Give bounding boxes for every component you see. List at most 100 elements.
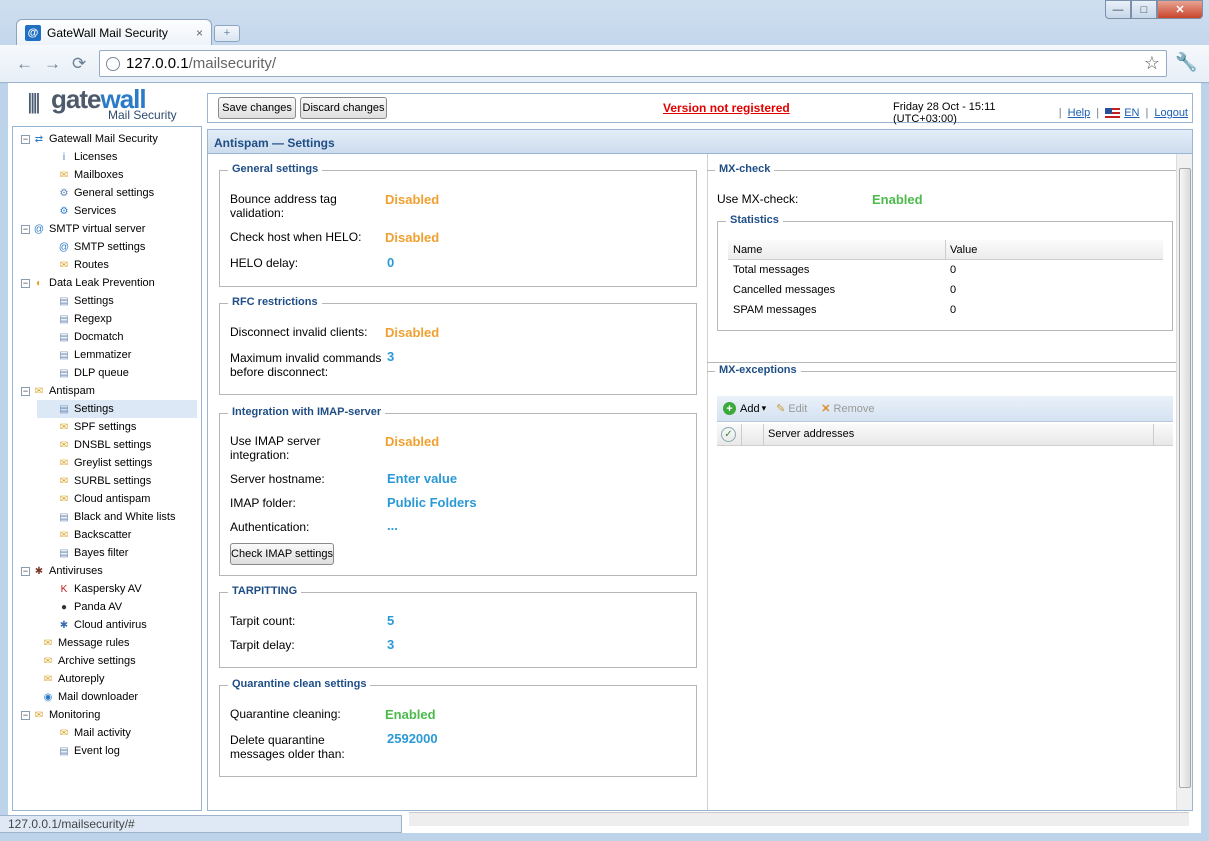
sidebar-item-regexp[interactable]: ▤ Regexp (37, 310, 112, 328)
logout-link[interactable]: Logout (1154, 107, 1188, 119)
sidebar-item-licenses[interactable]: i Licenses (37, 148, 118, 166)
sidebar-item-mail-downloader[interactable]: ◉ Mail downloader (21, 688, 138, 706)
browser-tab[interactable]: @ GateWall Mail Security × (16, 19, 212, 46)
sidebar-item-antispam[interactable]: − ✉ Antispam (21, 382, 95, 400)
collapse-icon[interactable]: − (21, 278, 30, 288)
hostname-value[interactable]: Enter value (387, 471, 457, 486)
sidebar-item-panda-av[interactable]: ● Panda AV (37, 598, 122, 616)
edit-button[interactable]: Edit (788, 403, 807, 415)
helo-delay-value[interactable]: 0 (387, 255, 394, 270)
gatewall-logo: |||| gatewall Mail Security (27, 84, 207, 124)
discard-changes-button[interactable]: Discard changes (300, 97, 387, 119)
use-mx-check-value[interactable]: Enabled (872, 192, 923, 207)
sidebar-item-settings[interactable]: ▤ Settings (37, 292, 113, 310)
wrench-icon[interactable]: 🔧 (1175, 52, 1197, 73)
collapse-icon[interactable]: − (21, 386, 30, 396)
tarpit-count-value[interactable]: 5 (387, 613, 394, 628)
horizontal-scrollbar[interactable] (409, 812, 1189, 826)
language-link[interactable]: EN (1124, 107, 1139, 119)
table-row[interactable]: Cancelled messages 0 (728, 280, 1163, 300)
sidebar-item-lemmatizer[interactable]: ▤ Lemmatizer (37, 346, 131, 364)
sidebar-item-gatewall-mail-security[interactable]: − ⇄ Gatewall Mail Security (21, 130, 158, 148)
sidebar-item-autoreply[interactable]: ✉ Autoreply (21, 670, 105, 688)
collapse-icon[interactable]: − (21, 710, 30, 720)
close-window-button[interactable]: ✕ (1157, 0, 1203, 19)
column-name[interactable]: Name (733, 244, 762, 256)
helo-check-value[interactable]: Disabled (385, 230, 439, 245)
bookmark-star-icon[interactable]: ☆ (1144, 53, 1160, 74)
address-bar[interactable]: 127.0.0.1/mailsecurity/ ☆ (99, 50, 1167, 77)
tree-node-icon: ▤ (59, 745, 69, 757)
minimize-button[interactable]: — (1105, 0, 1131, 19)
sidebar-item-bayes-filter[interactable]: ▤ Bayes filter (37, 544, 128, 562)
add-button[interactable]: Add (740, 403, 760, 415)
tarpitting-group: TARPITTING Tarpit count: 5 Tarpit delay:… (219, 585, 697, 668)
sidebar-item-surbl-settings[interactable]: ✉ SURBL settings (37, 472, 151, 490)
imap-legend: Integration with IMAP-server (228, 406, 386, 418)
edit-icon: ✎ (776, 403, 786, 415)
table-row[interactable]: Total messages 0 (728, 260, 1163, 280)
sidebar-item-monitoring[interactable]: − ✉ Monitoring (21, 706, 100, 724)
select-all-check-icon[interactable]: ✓ (721, 427, 736, 442)
sidebar-item-docmatch[interactable]: ▤ Docmatch (37, 328, 123, 346)
sidebar-item-dlp-queue[interactable]: ▤ DLP queue (37, 364, 129, 382)
tarpit-delay-value[interactable]: 3 (387, 637, 394, 652)
back-icon[interactable]: ← (16, 54, 33, 74)
maximize-button[interactable]: □ (1131, 0, 1157, 19)
table-row[interactable]: SPAM messages 0 (728, 300, 1163, 320)
use-imap-value[interactable]: Disabled (385, 434, 439, 449)
sidebar-item-services[interactable]: ⚙ Services (37, 202, 117, 220)
column-value[interactable]: Value (950, 244, 977, 256)
sidebar-item-black-and-white-lists[interactable]: ▤ Black and White lists (37, 508, 175, 526)
sidebar-item-antiviruses[interactable]: − ✱ Antiviruses (21, 562, 103, 580)
vertical-scrollbar[interactable] (1176, 154, 1192, 810)
sidebar-item-cloud-antivirus[interactable]: ✱ Cloud antivirus (37, 616, 147, 634)
use-mx-check-label: Use MX-check: (717, 192, 799, 206)
collapse-icon[interactable]: − (21, 224, 30, 234)
sidebar-item-dnsbl-settings[interactable]: ✉ DNSBL settings (37, 436, 151, 454)
collapse-icon[interactable]: − (21, 566, 30, 576)
sidebar-item-spf-settings[interactable]: ✉ SPF settings (37, 418, 137, 436)
tree-node-icon: ✉ (43, 673, 53, 685)
save-changes-button[interactable]: Save changes (218, 97, 296, 119)
tree-node-icon: ▤ (59, 403, 69, 415)
sidebar-item-archive-settings[interactable]: ✉ Archive settings (21, 652, 136, 670)
tarpit-delay-label: Tarpit delay: (230, 638, 295, 652)
forward-icon[interactable]: → (44, 54, 61, 74)
scroll-thumb[interactable] (1179, 168, 1191, 788)
sidebar-item-cloud-antispam[interactable]: ✉ Cloud antispam (37, 490, 151, 508)
chevron-down-icon[interactable]: ▾ (762, 403, 767, 414)
reload-icon[interactable]: ⟳ (72, 54, 86, 74)
sidebar-item-label: Kaspersky AV (74, 583, 142, 595)
new-tab-button[interactable]: + (214, 25, 240, 42)
tab-close-icon[interactable]: × (196, 26, 203, 40)
sidebar-item-general-settings[interactable]: ⚙ General settings (37, 184, 155, 202)
sidebar-item-smtp-virtual-server[interactable]: − @ SMTP virtual server (21, 220, 145, 238)
help-link[interactable]: Help (1068, 107, 1091, 119)
disconnect-value[interactable]: Disabled (385, 325, 439, 340)
sidebar-item-data-leak-prevention[interactable]: − ◐ Data Leak Prevention (21, 274, 155, 292)
version-warning[interactable]: Version not registered (663, 101, 790, 115)
authentication-value[interactable]: ... (387, 518, 398, 533)
collapse-icon[interactable]: − (21, 134, 30, 144)
imap-folder-value[interactable]: Public Folders (387, 495, 477, 510)
sidebar-item-label: Gatewall Mail Security (49, 133, 158, 145)
bounce-value[interactable]: Disabled (385, 192, 439, 207)
max-invalid-value[interactable]: 3 (387, 349, 394, 364)
sidebar-item-settings[interactable]: ▤ Settings (37, 400, 197, 418)
sidebar-item-greylist-settings[interactable]: ✉ Greylist settings (37, 454, 152, 472)
sidebar-item-message-rules[interactable]: ✉ Message rules (21, 634, 130, 652)
check-imap-button[interactable]: Check IMAP settings (230, 543, 334, 565)
sidebar-item-kaspersky-av[interactable]: K Kaspersky AV (37, 580, 142, 598)
server-addresses-column[interactable]: Server addresses (768, 428, 854, 440)
sidebar-item-label: Antispam (49, 385, 95, 397)
sidebar-item-mailboxes[interactable]: ✉ Mailboxes (37, 166, 124, 184)
sidebar-item-smtp-settings[interactable]: @ SMTP settings (37, 238, 145, 256)
sidebar-item-backscatter[interactable]: ✉ Backscatter (37, 526, 132, 544)
quarantine-older-value[interactable]: 2592000 (387, 731, 438, 746)
sidebar-item-mail-activity[interactable]: ✉ Mail activity (37, 724, 131, 742)
sidebar-item-event-log[interactable]: ▤ Event log (37, 742, 120, 760)
sidebar-item-routes[interactable]: ✉ Routes (37, 256, 109, 274)
remove-button[interactable]: Remove (834, 403, 875, 415)
quarantine-cleaning-value[interactable]: Enabled (385, 707, 436, 722)
